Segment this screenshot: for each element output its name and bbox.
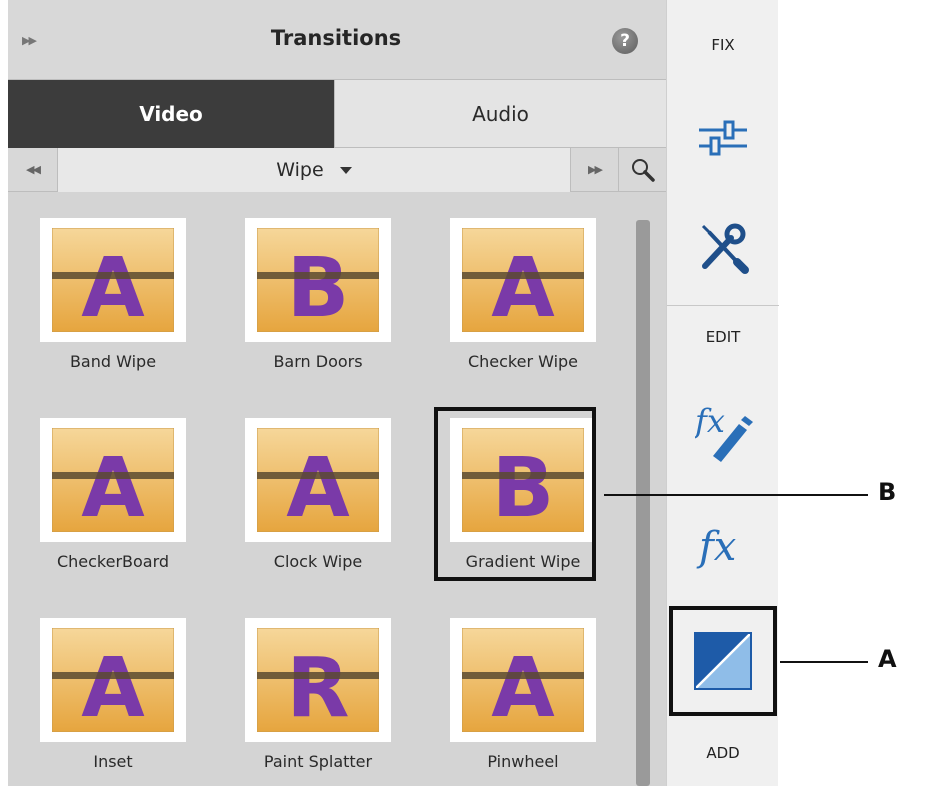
search-icon: [632, 159, 655, 182]
callout-a-label: A: [878, 645, 897, 673]
toolbar-divider: [667, 305, 779, 306]
adjustments-button[interactable]: [667, 92, 779, 182]
callout-a-line: [780, 661, 868, 663]
transitions-panel: ▶▶ Transitions ? Video Audio ◀◀ Wipe ▶▶ …: [8, 0, 666, 786]
double-chevron-left-icon[interactable]: ◀◀: [8, 148, 58, 192]
help-icon[interactable]: ?: [612, 28, 638, 54]
transition-label: Checker Wipe: [467, 352, 579, 371]
svg-text:R: R: [286, 641, 349, 732]
transition-label: CheckerBoard: [56, 552, 170, 571]
transition-label: Paint Splatter: [263, 752, 373, 771]
callout-b-line: [604, 494, 868, 496]
svg-text:A: A: [81, 641, 145, 732]
transition-thumbnail: A: [257, 428, 379, 532]
fix-group-label: FIX: [711, 36, 735, 54]
transition-thumbnail-frame: A: [450, 618, 596, 742]
applied-effects-button[interactable]: fx: [667, 378, 779, 468]
transition-thumbnail-frame: R: [245, 618, 391, 742]
panel-header: ▶▶ Transitions ?: [8, 0, 666, 80]
transition-label: Band Wipe: [69, 352, 157, 371]
selected-transition-highlight: [434, 407, 596, 581]
transitions-icon: [694, 632, 752, 690]
transitions-tool-button[interactable]: [669, 606, 777, 716]
double-chevron-right-icon[interactable]: ▶▶: [570, 148, 618, 192]
transition-thumbnail: A: [462, 628, 584, 732]
tab-video[interactable]: Video: [8, 80, 334, 148]
transition-thumbnail: A: [52, 628, 174, 732]
transition-label: Clock Wipe: [273, 552, 363, 571]
category-dropdown[interactable]: Wipe: [58, 148, 570, 192]
tools-wrench-screwdriver-icon: [701, 223, 749, 274]
svg-text:A: A: [491, 641, 555, 732]
svg-text:fx: fx: [696, 524, 736, 570]
transition-thumbnail: R: [257, 628, 379, 732]
svg-text:A: A: [286, 441, 350, 532]
adjustments-sliders-icon: [699, 120, 747, 156]
transition-label: Inset: [93, 752, 133, 771]
transition-thumbnail-frame: B: [245, 218, 391, 342]
effects-fx-icon: fx: [696, 524, 736, 570]
effects-button[interactable]: fx: [667, 500, 779, 590]
tool-strip: FIX EDIT fx fx ADD: [666, 0, 779, 786]
transition-thumbnail-frame: A: [40, 218, 186, 342]
transition-thumbnail: B: [257, 228, 379, 332]
search-button[interactable]: [618, 148, 666, 192]
chevron-down-icon: [339, 167, 352, 174]
transition-thumbnail: A: [52, 228, 174, 332]
svg-text:fx: fx: [695, 402, 725, 440]
transition-label: Barn Doors: [273, 352, 363, 371]
edit-group-label: EDIT: [705, 328, 741, 346]
category-dropdown-label: Wipe: [276, 159, 324, 181]
applied-effects-fx-pencil-icon: fx: [695, 402, 753, 462]
svg-text:B: B: [287, 241, 350, 332]
transition-thumbnail-frame: A: [40, 418, 186, 542]
tab-audio[interactable]: Audio: [334, 80, 666, 148]
svg-text:A: A: [491, 241, 555, 332]
svg-text:A: A: [81, 441, 145, 532]
panel-title: Transitions: [270, 26, 402, 50]
add-group-label: ADD: [706, 744, 740, 762]
scrollbar[interactable]: [636, 220, 650, 786]
transition-thumbnail: A: [462, 228, 584, 332]
svg-text:A: A: [81, 241, 145, 332]
transition-thumbnail-frame: A: [450, 218, 596, 342]
transition-label: Pinwheel: [487, 752, 559, 771]
transition-thumbnail-frame: A: [245, 418, 391, 542]
transition-thumbnail: A: [52, 428, 174, 532]
transition-thumbnail-frame: A: [40, 618, 186, 742]
category-nav: ◀◀ Wipe ▶▶: [8, 148, 666, 192]
tab-bar: Video Audio: [8, 80, 666, 148]
tools-button[interactable]: [667, 200, 779, 290]
callout-b-label: B: [878, 478, 897, 506]
